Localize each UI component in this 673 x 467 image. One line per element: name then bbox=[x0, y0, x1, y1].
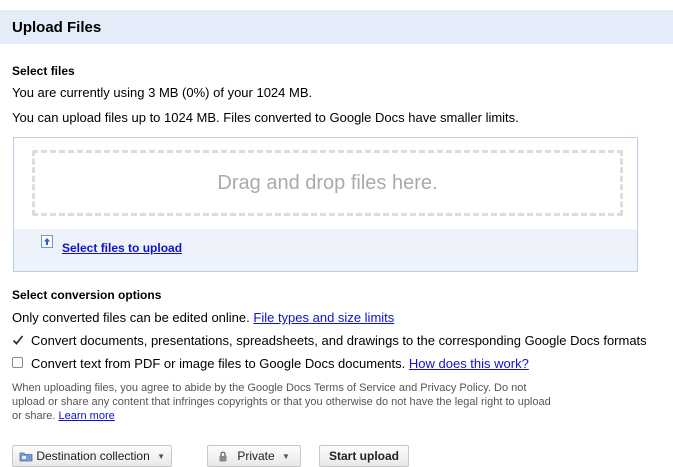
privacy-label: Private bbox=[237, 449, 275, 463]
convert-ocr-option: Convert text from PDF or image files to … bbox=[31, 356, 529, 371]
upload-limit-text: You can upload files up to 1024 MB. File… bbox=[12, 110, 519, 125]
lock-icon bbox=[218, 451, 228, 462]
file-types-link[interactable]: File types and size limits bbox=[253, 310, 394, 325]
caret-down-icon: ▼ bbox=[157, 451, 166, 461]
caret-down-icon: ▼ bbox=[282, 451, 290, 461]
storage-usage-text: You are currently using 3 MB (0%) of you… bbox=[12, 85, 313, 100]
convert-docs-checkbox[interactable] bbox=[12, 334, 24, 345]
select-files-link[interactable]: Select files to upload bbox=[62, 241, 182, 255]
legal-notice: When uploading files, you agree to abide… bbox=[12, 381, 552, 423]
learn-more-link[interactable]: Learn more bbox=[58, 410, 114, 422]
conversion-options-heading: Select conversion options bbox=[12, 288, 162, 302]
page-title: Upload Files bbox=[12, 19, 102, 36]
drop-prompt: Drag and drop files here. bbox=[217, 172, 438, 194]
convert-ocr-label: Convert text from PDF or image files to … bbox=[31, 356, 406, 371]
upload-files-header: Upload Files bbox=[0, 10, 673, 44]
drop-target-area[interactable]: Drag and drop files here. bbox=[32, 150, 623, 216]
drop-zone[interactable]: Drag and drop files here. Select files t… bbox=[13, 137, 638, 272]
convert-ocr-checkbox[interactable] bbox=[12, 357, 23, 368]
conversion-note: Only converted files can be edited onlin… bbox=[12, 310, 394, 325]
conversion-note-text: Only converted files can be edited onlin… bbox=[12, 310, 250, 325]
folder-icon bbox=[19, 451, 33, 462]
destination-label: Destination collection bbox=[36, 449, 150, 463]
convert-docs-label: Convert documents, presentations, spread… bbox=[31, 333, 647, 348]
checkmark-icon bbox=[12, 335, 24, 345]
upload-arrow-icon bbox=[41, 235, 53, 248]
select-files-heading: Select files bbox=[12, 64, 75, 78]
drop-zone-footer: Select files to upload bbox=[14, 229, 637, 271]
how-does-this-work-link[interactable]: How does this work? bbox=[409, 356, 529, 371]
